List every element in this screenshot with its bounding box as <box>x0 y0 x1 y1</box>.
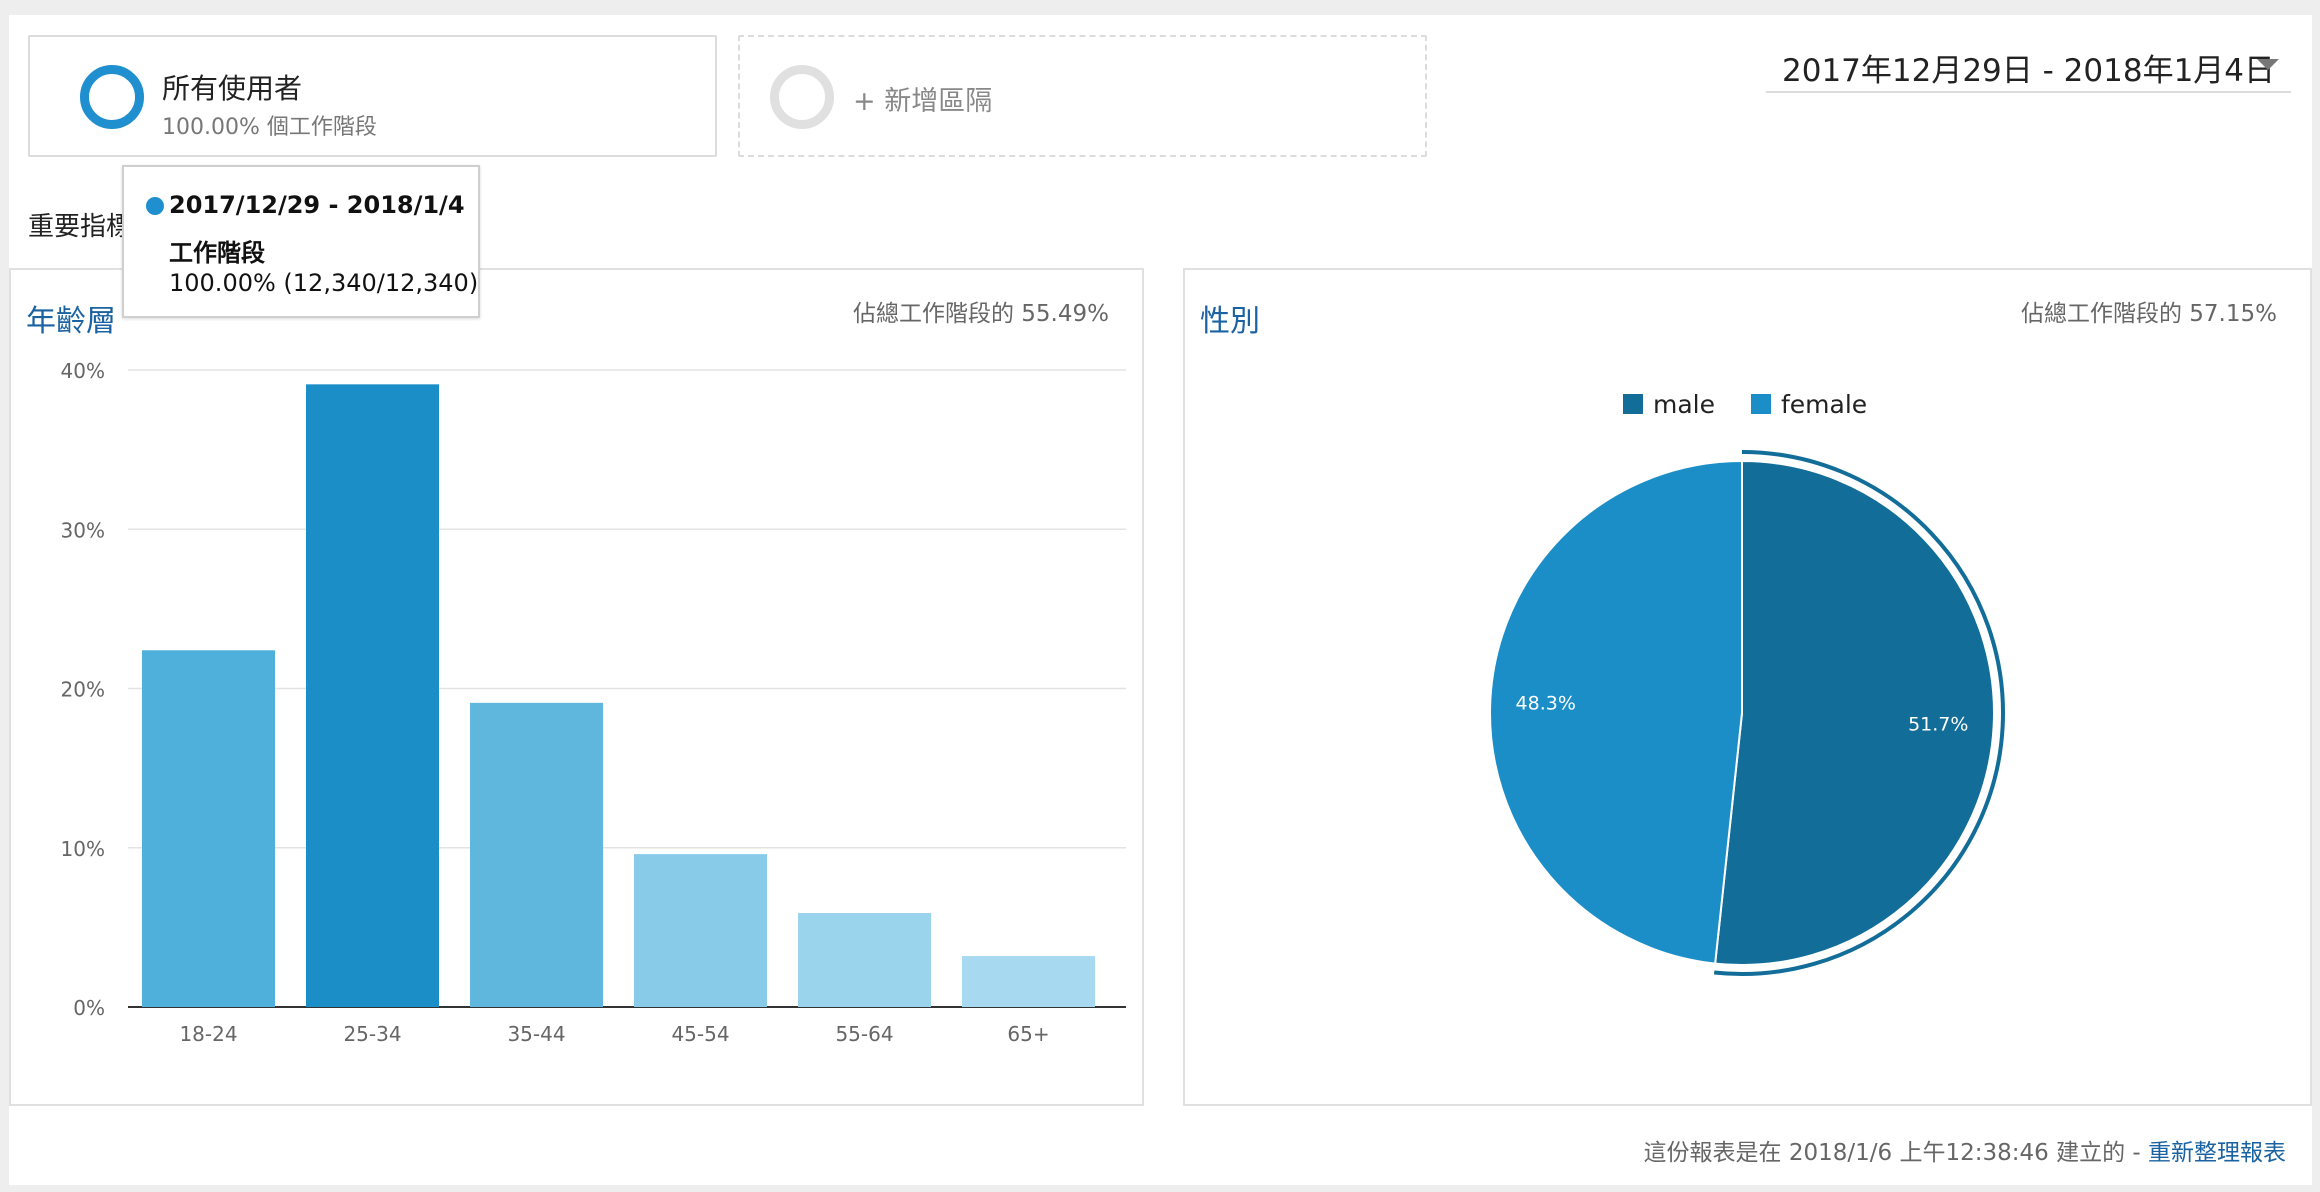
y-tick-label: 20% <box>61 678 105 702</box>
empty-segment-ring-icon <box>770 65 834 129</box>
y-tick-label: 30% <box>61 518 105 542</box>
add-segment-label: + 新增區隔 <box>853 86 993 117</box>
section-title: 重要指標 <box>28 212 133 242</box>
segment-title: 所有使用者 <box>162 72 303 105</box>
bar-45-54 <box>634 854 767 1007</box>
series-dot-icon <box>146 197 164 215</box>
x-tick-label: 45-54 <box>671 1022 729 1046</box>
bar-35-44 <box>470 702 603 1007</box>
gender-panel: 性別 佔總工作階段的 57.15% male female 51.7% 48.3% <box>1183 268 2312 1106</box>
tooltip-range: 2017/12/29 - 2018/1/4 <box>169 191 465 219</box>
date-range-label: 2017年12月29日 - 2018年1月4日 <box>1782 53 2276 89</box>
x-tick-label: 65+ <box>1007 1022 1049 1046</box>
legend-label-female: female <box>1781 390 1867 419</box>
tooltip-value: 100.00% (12,340/12,340) <box>169 269 479 297</box>
bar-55-64 <box>798 913 931 1007</box>
chevron-down-icon <box>2257 59 2279 70</box>
x-tick-label: 55-64 <box>835 1022 893 1046</box>
y-tick-label: 10% <box>61 837 105 861</box>
age-panel: 年齡層 佔總工作階段的 55.49% 0% 10% 20% 30% 40% 18-24 25… <box>9 268 1144 1106</box>
bar-25-34 <box>306 384 439 1007</box>
date-range-picker[interactable]: 2017年12月29日 - 2018年1月4日 <box>1766 45 2291 93</box>
report-footer: 這份報表是在 2018/1/6 上午12:38:46 建立的 - 重新整理報表 <box>1644 1133 2286 1167</box>
pie-value-label: 48.3% <box>1516 693 1576 715</box>
bar-18-24 <box>142 650 275 1007</box>
pie-value-label: 51.7% <box>1908 713 1968 735</box>
refresh-report-link[interactable]: 重新整理報表 <box>2148 1140 2286 1166</box>
report-canvas: 所有使用者 100.00% 個工作階段 + 新增區隔 2017年12月29日 -… <box>9 15 2312 1185</box>
segment-all-users[interactable]: 所有使用者 100.00% 個工作階段 <box>28 35 717 157</box>
legend-swatch-male <box>1623 394 1643 414</box>
y-tick-label: 0% <box>73 996 105 1020</box>
tooltip-metric: 工作階段 <box>169 239 265 267</box>
legend-label-male: male <box>1653 390 1715 419</box>
gender-pie-chart: male female 51.7% 48.3% <box>1488 390 2005 976</box>
add-segment-button[interactable]: + 新增區隔 <box>738 35 1427 157</box>
x-tick-label: 18-24 <box>179 1022 237 1046</box>
bar-65+ <box>962 956 1095 1007</box>
segment-ring-icon <box>80 65 144 129</box>
x-tick-label: 25-34 <box>343 1022 401 1046</box>
legend-swatch-female <box>1751 394 1771 414</box>
age-bar-chart: 0% 10% 20% 30% 40% 18-24 25-34 35-44 45-54 55-64 6… <box>61 359 1126 1046</box>
segment-subtitle: 100.00% 個工作階段 <box>162 115 377 140</box>
segment-tooltip: 2017/12/29 - 2018/1/4 工作階段 100.00% (12,3… <box>122 165 480 318</box>
report-created-text: 這份報表是在 2018/1/6 上午12:38:46 建立的 - <box>1643 1140 2148 1166</box>
x-tick-label: 35-44 <box>507 1022 565 1046</box>
y-tick-label: 40% <box>61 359 105 383</box>
